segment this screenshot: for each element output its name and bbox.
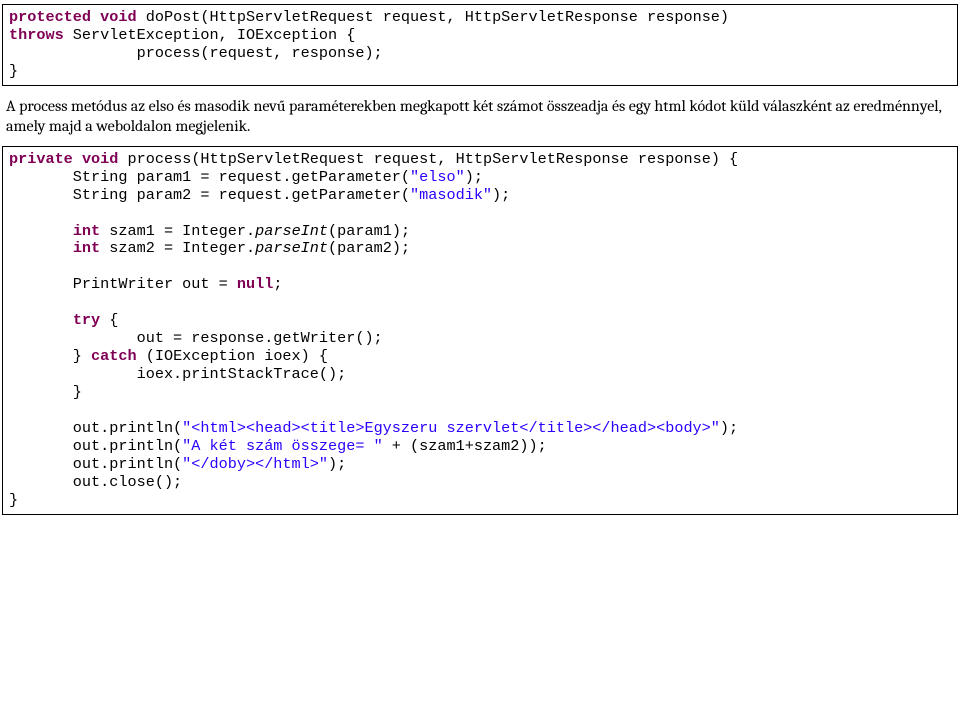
keyword: void (82, 150, 118, 168)
code-text (9, 311, 73, 329)
code-text: ioex.printStackTrace(); (9, 365, 346, 383)
code-text: ; (273, 275, 282, 293)
keyword: int (73, 239, 100, 257)
italic-call: parseInt (255, 222, 328, 240)
keyword: protected (9, 8, 91, 26)
code-text: out.println( (9, 419, 182, 437)
string-literal: "elso" (410, 168, 465, 186)
string-literal: "<html><head><title>Egyszeru szervlet</t… (182, 419, 720, 437)
keyword: int (73, 222, 100, 240)
keyword: throws (9, 26, 64, 44)
code-text: + (szam1+szam2)); (383, 437, 547, 455)
code-text: out.close(); (9, 473, 182, 491)
code-text: out = response.getWriter(); (9, 329, 383, 347)
code-text: (param2); (328, 239, 410, 257)
code-text: String param1 = request.getParameter( (9, 168, 410, 186)
string-literal: "A két szám összege= " (182, 437, 383, 455)
code-block-dopost: protected void doPost(HttpServletRequest… (2, 4, 958, 86)
code-text: } (9, 347, 91, 365)
keyword: void (100, 8, 136, 26)
keyword: null (237, 275, 273, 293)
italic-call: parseInt (255, 239, 328, 257)
code-text: doPost(HttpServletRequest request, HttpS… (137, 8, 729, 26)
keyword: try (73, 311, 100, 329)
code-text: (IOException ioex) { (137, 347, 328, 365)
code-text: } (9, 491, 18, 509)
code-text: process(request, response); (9, 44, 383, 62)
string-literal: "masodik" (410, 186, 492, 204)
code-text: szam1 = Integer. (100, 222, 255, 240)
code-text: PrintWriter out = (9, 275, 237, 293)
code-text: out.println( (9, 437, 182, 455)
keyword: catch (91, 347, 137, 365)
code-text: out.println( (9, 455, 182, 473)
code-text: } (9, 62, 18, 80)
paragraph-description: A process metódus az elso és masodik nev… (6, 96, 954, 136)
string-literal: "</doby></html>" (182, 455, 328, 473)
code-text (9, 222, 73, 240)
code-text: ServletException, IOException { (64, 26, 356, 44)
code-text: } (9, 383, 82, 401)
code-text: (param1); (328, 222, 410, 240)
code-text (9, 239, 73, 257)
code-text: szam2 = Integer. (100, 239, 255, 257)
code-text: ); (720, 419, 738, 437)
code-block-process: private void process(HttpServletRequest … (2, 146, 958, 515)
code-text: process(HttpServletRequest request, Http… (118, 150, 738, 168)
code-text: String param2 = request.getParameter( (9, 186, 410, 204)
code-text: ); (492, 186, 510, 204)
code-text: ); (465, 168, 483, 186)
keyword: private (9, 150, 73, 168)
code-text: { (100, 311, 118, 329)
code-text: ); (328, 455, 346, 473)
